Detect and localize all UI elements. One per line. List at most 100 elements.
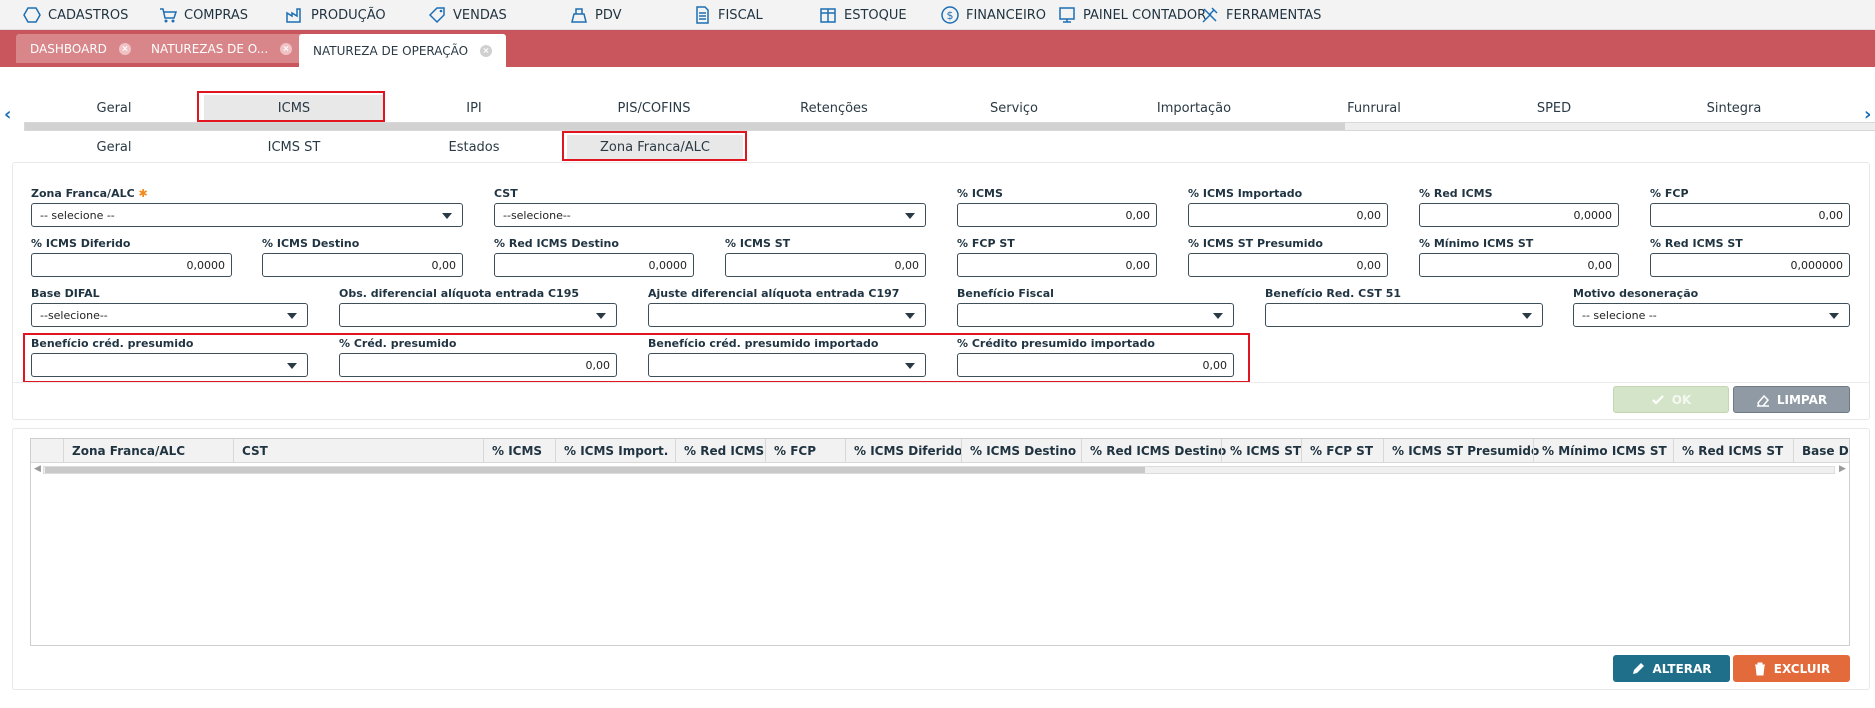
menu-pdv[interactable]: PDV (569, 0, 622, 30)
menu-compras[interactable]: COMPRAS (158, 0, 248, 30)
doc-tab-dashboard[interactable]: DASHBOARD (16, 34, 145, 63)
grid-col-red-icms[interactable]: % Red ICMS (675, 439, 765, 462)
close-icon[interactable] (280, 42, 293, 55)
tab-pis-cofins-label: PIS/COFINS (617, 100, 691, 116)
subtab-icms-st[interactable]: ICMS ST (204, 135, 384, 159)
tab-geral[interactable]: Geral (24, 95, 204, 121)
ok-button[interactable]: OK (1613, 386, 1729, 413)
tab-servico[interactable]: Serviço (924, 95, 1104, 121)
grid-scrollbar-thumb[interactable] (45, 467, 1145, 473)
subtab-estados[interactable]: Estados (384, 135, 564, 159)
fcp-st-input[interactable]: 0,00 (957, 253, 1157, 277)
tab-sintegra-label: Sintegra (1706, 100, 1762, 116)
document-tabs-bar: DASHBOARD NATUREZAS DE O... NATUREZA DE … (0, 30, 1875, 67)
icms-input[interactable]: 0,00 (957, 203, 1157, 227)
red-icms-destino-input[interactable]: 0,0000 (494, 253, 694, 277)
red-icms-input[interactable]: 0,0000 (1419, 203, 1619, 227)
scroll-right-icon[interactable]: ▶ (1839, 464, 1846, 474)
icms-diferido-input[interactable]: 0,0000 (31, 253, 232, 277)
tab-importacao[interactable]: Importação (1104, 95, 1284, 121)
excluir-button[interactable]: EXCLUIR (1733, 655, 1850, 682)
menu-vendas[interactable]: VENDAS (427, 0, 507, 30)
tab-importacao-label: Importação (1156, 100, 1232, 116)
document-icon (696, 6, 709, 24)
grid-col-minimo-icms-st[interactable]: % Mínimo ICMS ST (1533, 439, 1673, 462)
grid-col-icms-diferido[interactable]: % ICMS Diferido (845, 439, 963, 462)
grid-col-red-icms-destino[interactable]: % Red ICMS Destino (1081, 439, 1226, 462)
tab-ipi-label: IPI (466, 100, 482, 116)
tabs-scrollbar[interactable] (24, 122, 1875, 131)
zona-franca-select[interactable]: -- selecione -- (31, 203, 463, 227)
cst-select[interactable]: --selecione-- (494, 203, 926, 227)
limpar-button-label: LIMPAR (1776, 392, 1828, 407)
zona-franca-value: -- selecione -- (40, 208, 115, 222)
minimo-icms-st-input[interactable]: 0,00 (1419, 253, 1619, 277)
base-difal-select[interactable]: --selecione-- (31, 303, 308, 327)
chevron-left-icon[interactable]: ‹ (4, 104, 11, 125)
grid-col-red-icms-st[interactable]: % Red ICMS ST (1673, 439, 1793, 462)
tab-geral-label: Geral (96, 100, 132, 116)
tab-pis-cofins[interactable]: PIS/COFINS (564, 95, 744, 121)
close-icon[interactable] (118, 42, 131, 55)
minimo-icms-st-label: % Mínimo ICMS ST (1419, 237, 1534, 250)
grid-col-fcp[interactable]: % FCP (765, 439, 845, 462)
grid-scrollbar[interactable]: ◀ ▶ (31, 464, 1849, 476)
grid-col-select[interactable] (31, 439, 63, 462)
close-icon[interactable] (480, 44, 493, 57)
fcp-input[interactable]: 0,00 (1650, 203, 1850, 227)
menu-ferramentas-label: FERRAMENTAS (1226, 7, 1322, 23)
grid-col-base-difal[interactable]: Base D (1793, 439, 1849, 462)
chevron-down-icon (596, 313, 606, 319)
tab-sped[interactable]: SPED (1464, 95, 1644, 121)
menu-estoque-label: ESTOQUE (844, 7, 907, 23)
beneficio-fiscal-select[interactable] (957, 303, 1234, 327)
doc-tab-natureza-operacao[interactable]: NATUREZA DE OPERAÇÃO (299, 34, 507, 67)
alterar-button[interactable]: ALTERAR (1613, 655, 1730, 682)
ajuste-c197-select[interactable] (648, 303, 926, 327)
tab-retencoes[interactable]: Retenções (744, 95, 924, 121)
grid-col-icms-st[interactable]: % ICMS ST (1221, 439, 1301, 462)
tabs-scrollbar-thumb[interactable] (25, 123, 1345, 130)
grid-col-icms-destino[interactable]: % ICMS Destino (961, 439, 1081, 462)
icms-destino-input[interactable]: 0,00 (262, 253, 463, 277)
grid-col-icms-import[interactable]: % ICMS Import. (555, 439, 675, 462)
grid-col-icms-st-presumido[interactable]: % ICMS ST Presumido (1383, 439, 1539, 462)
grid-col-icms[interactable]: % ICMS (483, 439, 555, 462)
limpar-button[interactable]: LIMPAR (1733, 386, 1850, 413)
scroll-left-icon[interactable]: ◀ (34, 464, 41, 474)
menu-estoque[interactable]: ESTOQUE (818, 0, 907, 30)
menu-painel-contador[interactable]: PAINEL CONTADOR (1057, 0, 1206, 30)
obs-c195-select[interactable] (339, 303, 617, 327)
tab-ipi[interactable]: IPI (384, 95, 564, 121)
tab-sintegra[interactable]: Sintegra (1644, 95, 1824, 121)
obs-c195-label: Obs. diferencial alíquota entrada C195 (339, 287, 579, 300)
menu-pdv-label: PDV (595, 7, 622, 23)
icms-st-input[interactable]: 0,00 (725, 253, 926, 277)
icms-st-presumido-input[interactable]: 0,00 (1188, 253, 1388, 277)
factory-icon (286, 8, 301, 23)
menu-ferramentas[interactable]: FERRAMENTAS (1200, 0, 1321, 30)
icms-importado-input[interactable]: 0,00 (1188, 203, 1388, 227)
beneficio-red-cst51-label: Benefício Red. CST 51 (1265, 287, 1402, 300)
doc-tab-naturezas[interactable]: NATUREZAS DE O... (137, 34, 307, 63)
chevron-down-icon (1213, 313, 1223, 319)
menu-fiscal[interactable]: FISCAL (692, 0, 763, 30)
tab-funrural-label: Funrural (1347, 100, 1401, 116)
records-grid[interactable]: Zona Franca/ALC CST % ICMS % ICMS Import… (30, 438, 1850, 646)
menu-producao[interactable]: PRODUÇÃO (285, 0, 386, 30)
svg-text:$: $ (947, 9, 954, 22)
tab-funrural[interactable]: Funrural (1284, 95, 1464, 121)
grid-col-zona-franca[interactable]: Zona Franca/ALC (63, 439, 233, 462)
menu-financeiro[interactable]: $ FINANCEIRO (940, 0, 1046, 30)
menu-cadastros[interactable]: CADASTROS (22, 0, 128, 30)
grid-col-cst[interactable]: CST (233, 439, 483, 462)
beneficio-red-cst51-select[interactable] (1265, 303, 1543, 327)
motivo-desoneracao-label: Motivo desoneração (1573, 287, 1699, 300)
highlight-box-icms-tab (197, 91, 385, 122)
grid-col-fcp-st[interactable]: % FCP ST (1301, 439, 1383, 462)
motivo-desoneracao-select[interactable]: -- selecione -- (1573, 303, 1850, 327)
subtab-geral[interactable]: Geral (24, 135, 204, 159)
icms-diferido-label: % ICMS Diferido (31, 237, 131, 250)
red-icms-st-input[interactable]: 0,000000 (1650, 253, 1850, 277)
subtab-estados-label: Estados (448, 139, 500, 155)
